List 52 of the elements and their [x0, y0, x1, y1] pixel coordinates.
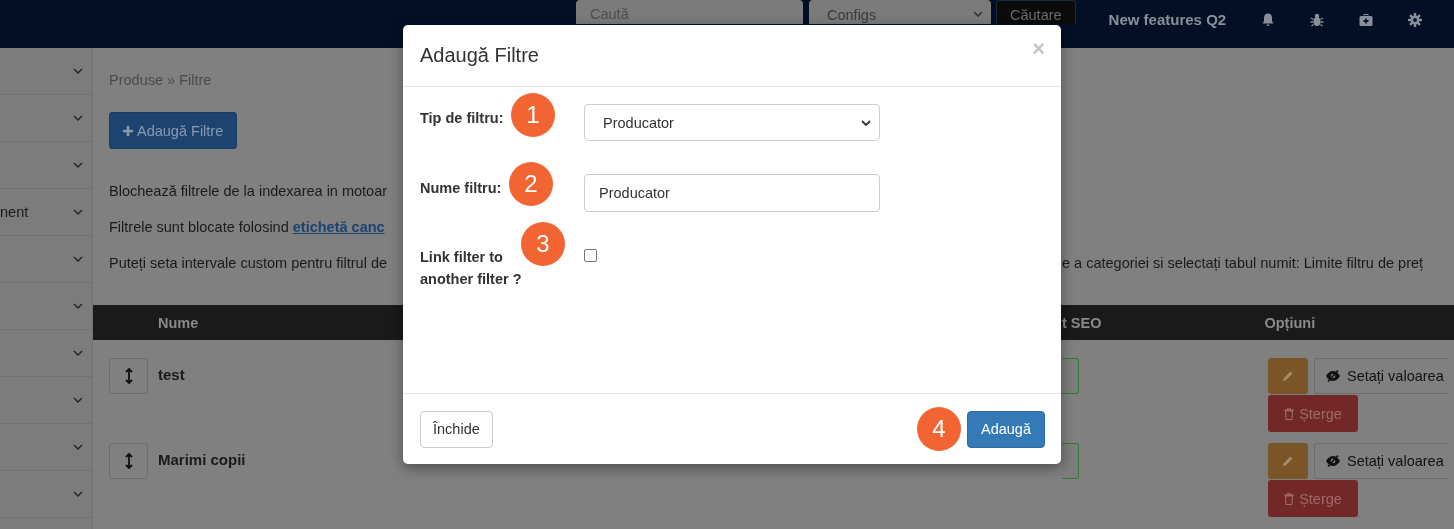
add-filter-button[interactable]: Adaugă Filtre [109, 112, 238, 149]
link-filter-checkbox[interactable] [584, 249, 597, 262]
field-label: Nume filtru: [420, 179, 502, 198]
column-header: Nume [158, 314, 199, 331]
filter-type-select[interactable]: Producator [584, 104, 880, 141]
delete-button[interactable]: Șterge [1268, 480, 1358, 517]
sort-handle[interactable] [109, 443, 148, 479]
trash-icon [1284, 492, 1295, 505]
bug-icon[interactable] [1309, 12, 1326, 28]
set-value-button[interactable]: Setați valoarea [1314, 358, 1448, 394]
close-dialog-button[interactable]: Închide [420, 410, 493, 448]
seo-toggle[interactable] [1062, 358, 1079, 394]
seo-toggle[interactable] [1062, 443, 1079, 479]
set-value-button[interactable]: Setați valoarea [1314, 443, 1448, 479]
delete-button[interactable]: Șterge [1268, 395, 1358, 432]
settings-icon[interactable] [1407, 12, 1424, 28]
pencil-icon [1282, 455, 1294, 467]
step-badge: 3 [521, 222, 565, 266]
config-select[interactable]: Configs [809, 0, 991, 24]
note-text: e a categoriei si selectați tabul numit: Limite filtru de preț [1062, 255, 1424, 271]
eye-slash-icon [1325, 455, 1341, 467]
new-features-link[interactable]: New features Q2 [1108, 11, 1227, 28]
eye-slash-icon [1325, 370, 1341, 382]
column-header: Opțiuni [1264, 314, 1316, 331]
dialog-title: Adaugă Filtre [420, 44, 539, 67]
edit-button[interactable] [1268, 443, 1308, 479]
note-text: Puteți seta intervale custom pentru filtrul de [109, 255, 388, 271]
note-text: Filtrele sunt blocate folosind etichetă canc [109, 219, 385, 235]
step-badge: 4 [917, 406, 961, 451]
caret-icon [861, 119, 871, 126]
up-down-arrow-icon [124, 453, 133, 469]
medkit-icon[interactable] [1358, 12, 1375, 28]
pencil-icon [1282, 370, 1294, 382]
up-down-arrow-icon [124, 368, 133, 384]
field-label: Tip de filtru: [420, 109, 504, 128]
filter-name: test [158, 366, 185, 383]
note-text: Blochează filtrele de la indexarea in motoar [109, 183, 388, 199]
filter-name-field[interactable]: Producator [584, 174, 880, 212]
trash-icon [1284, 407, 1295, 420]
canonical-tag-link[interactable]: etichetă canc [292, 219, 385, 235]
field-label: Link filter to another filter ? [420, 248, 523, 289]
search-button[interactable]: Căutare [996, 0, 1076, 24]
caret-icon [973, 11, 983, 17]
sidebar-item[interactable]: nent [0, 189, 92, 236]
edit-button[interactable] [1268, 358, 1308, 394]
sort-handle[interactable] [109, 358, 148, 394]
column-header: t SEO [1062, 314, 1102, 331]
step-badge: 2 [509, 162, 553, 206]
step-badge: 1 [511, 93, 555, 137]
plus-icon [123, 125, 133, 136]
filter-name: Marimi copii [158, 451, 246, 468]
add-button[interactable]: Adaugă [967, 410, 1045, 448]
